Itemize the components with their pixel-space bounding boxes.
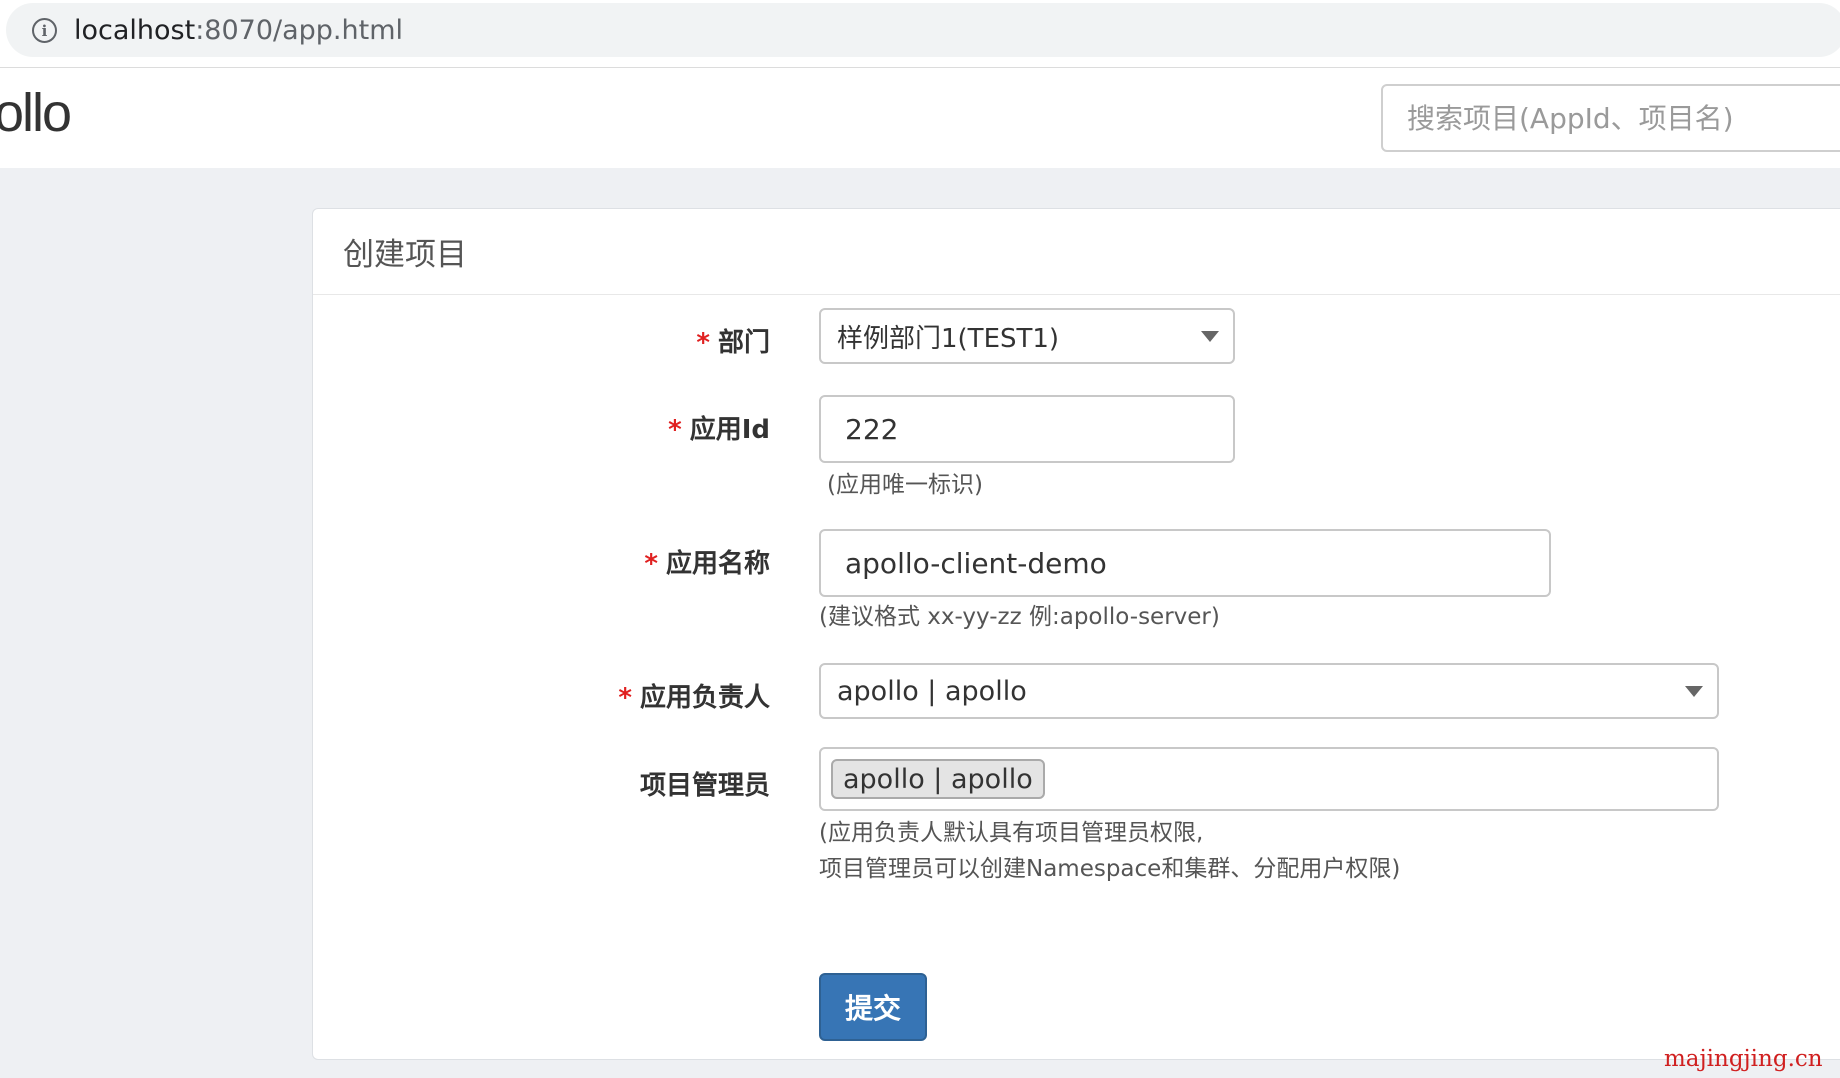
department-selected-value: 样例部门1(TEST1) [837,323,1060,354]
required-mark: * [696,328,710,358]
admins-label: 项目管理员 [639,771,770,801]
search-input[interactable] [1381,84,1840,152]
owner-select[interactable]: apollo | apollo [819,663,1719,719]
app-name-input[interactable]: apollo-client-demo [819,529,1551,597]
app-id-label-text: 应用Id [689,415,770,445]
panel-heading: 创建项目 [313,209,1840,295]
department-label-text: 部门 [717,328,770,358]
owner-label-text: 应用负责人 [639,683,770,713]
app-name-help: (建议格式 xx-yy-zz 例:apollo-server) [819,604,1220,630]
department-label: * 部门 [696,322,770,359]
create-app-panel: 创建项目 * 部门 样例部门1(TEST1) * 应用Id 222 (应用唯一标识)… [312,208,1840,1060]
app-header: ollo [0,68,1840,168]
admins-multiselect[interactable]: apollo | apollo [819,747,1719,811]
required-mark: * [618,683,632,713]
url-field[interactable]: i localhost:8070/app.html [6,3,1840,57]
owner-selected-value: apollo | apollo [837,675,1027,707]
admins-help-line1: (应用负责人默认具有项目管理员权限, [819,820,1204,846]
chevron-down-icon [1201,331,1219,342]
chevron-down-icon [1685,686,1703,697]
app-name-label-text: 应用名称 [665,549,770,579]
browser-address-bar: i localhost:8070/app.html [0,0,1840,68]
app-name-value: apollo-client-demo [845,546,1107,580]
admins-help-line2: 项目管理员可以创建Namespace和集群、分配用户权限) [819,856,1401,882]
department-select[interactable]: 样例部门1(TEST1) [819,308,1235,364]
watermark: majingjing.cn [1664,1046,1823,1072]
app-id-help: (应用唯一标识) [827,472,983,498]
page-body: 创建项目 * 部门 样例部门1(TEST1) * 应用Id 222 (应用唯一标识)… [0,168,1840,1078]
required-mark: * [644,549,658,579]
app-id-value: 222 [845,412,899,446]
admin-tag[interactable]: apollo | apollo [831,759,1045,799]
required-mark: * [668,415,682,445]
url-path: :8070/app.html [195,15,404,46]
app-id-label: * 应用Id [668,409,770,446]
url-text[interactable]: localhost:8070/app.html [74,16,403,46]
apollo-logo[interactable]: ollo [0,82,72,144]
url-host: localhost [74,15,196,46]
owner-label: * 应用负责人 [618,677,770,714]
info-icon[interactable]: i [32,18,57,43]
submit-button[interactable]: 提交 [819,973,927,1041]
app-id-input[interactable]: 222 [819,395,1235,463]
page-title: 创建项目 [343,237,467,273]
app-name-label: * 应用名称 [644,543,770,580]
